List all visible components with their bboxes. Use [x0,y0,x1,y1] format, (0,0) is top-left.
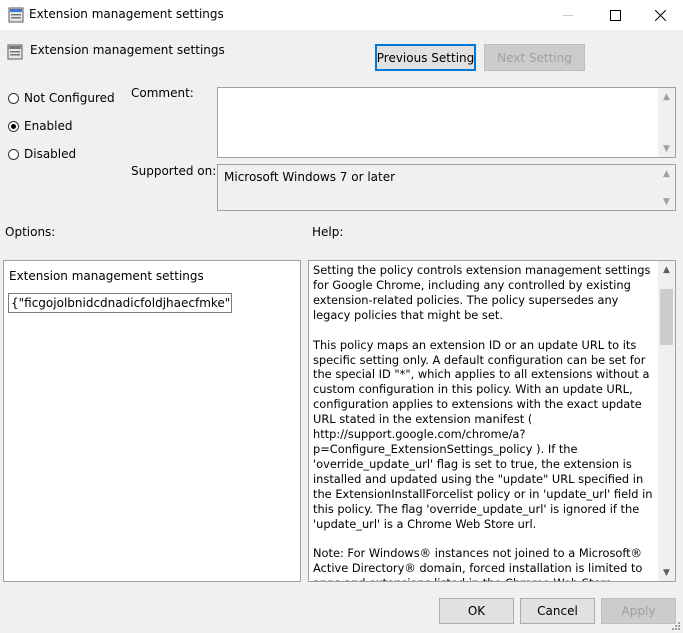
radio-button[interactable] [8,148,19,160]
minimize-icon [562,14,573,16]
radio-label: Enabled [24,119,73,133]
radio-enabled[interactable]: Enabled [8,119,73,133]
maximize-button[interactable] [592,0,638,30]
help-text: Setting the policy controls extension ma… [313,263,655,581]
help-scrollbar[interactable]: ▲ ▼ [658,261,675,581]
policy-settings-icon [7,44,23,60]
scroll-up-icon[interactable]: ▲ [658,165,675,182]
supported-on-value: Microsoft Windows 7 or later [224,170,396,184]
scroll-up-icon[interactable]: ▲ [658,261,675,278]
help-paragraph: This policy maps an extension ID or an u… [313,337,653,531]
help-panel: Setting the policy controls extension ma… [308,260,676,582]
close-button[interactable] [637,0,683,30]
next-setting-button[interactable]: Next Setting [484,44,585,71]
minimize-button[interactable] [545,0,591,30]
comment-label: Comment: [131,86,194,100]
setting-title: Extension management settings [30,43,225,57]
previous-setting-button[interactable]: Previous Setting [375,44,476,71]
scroll-down-icon[interactable]: ▼ [658,193,675,210]
scroll-down-icon[interactable]: ▼ [658,140,675,157]
resize-grip-icon[interactable] [669,619,681,631]
radio-disabled[interactable]: Disabled [8,147,76,161]
radio-label: Disabled [24,147,77,161]
options-panel: Extension management settings {"ficgojol… [3,260,301,582]
close-icon [654,9,666,21]
scroll-up-icon[interactable]: ▲ [658,88,675,105]
supported-on-field: Microsoft Windows 7 or later ▲ ▼ [217,164,676,211]
help-paragraph: Setting the policy controls extension ma… [313,263,651,322]
radio-button[interactable] [8,120,19,132]
extension-settings-input[interactable]: {"ficgojolbnidcdnadicfoldjhaecfmke":{"to [8,293,232,313]
radio-not-configured[interactable]: Not Configured [8,91,115,105]
window-title: Extension management settings [29,7,224,21]
ok-button[interactable]: OK [439,598,514,624]
policy-settings-icon [8,7,24,23]
help-paragraph: Note: For Windows® instances not joined … [313,546,643,581]
radio-label: Not Configured [24,91,115,105]
comment-scrollbar[interactable]: ▲ ▼ [658,88,675,157]
radio-button[interactable] [8,92,19,104]
options-section-label: Options: [5,225,56,239]
cancel-button[interactable]: Cancel [520,598,595,624]
help-section-label: Help: [312,225,344,239]
comment-textarea[interactable]: ▲ ▼ [217,87,676,158]
maximize-icon [609,9,621,21]
scroll-down-icon[interactable]: ▼ [658,564,675,581]
supported-on-label: Supported on: [131,164,217,178]
title-bar: Extension management settings [0,0,683,30]
apply-button[interactable]: Apply [601,598,676,624]
scrollbar-thumb[interactable] [660,289,673,345]
supported-scrollbar[interactable]: ▲ ▼ [658,165,675,210]
options-field-title: Extension management settings [9,269,204,283]
